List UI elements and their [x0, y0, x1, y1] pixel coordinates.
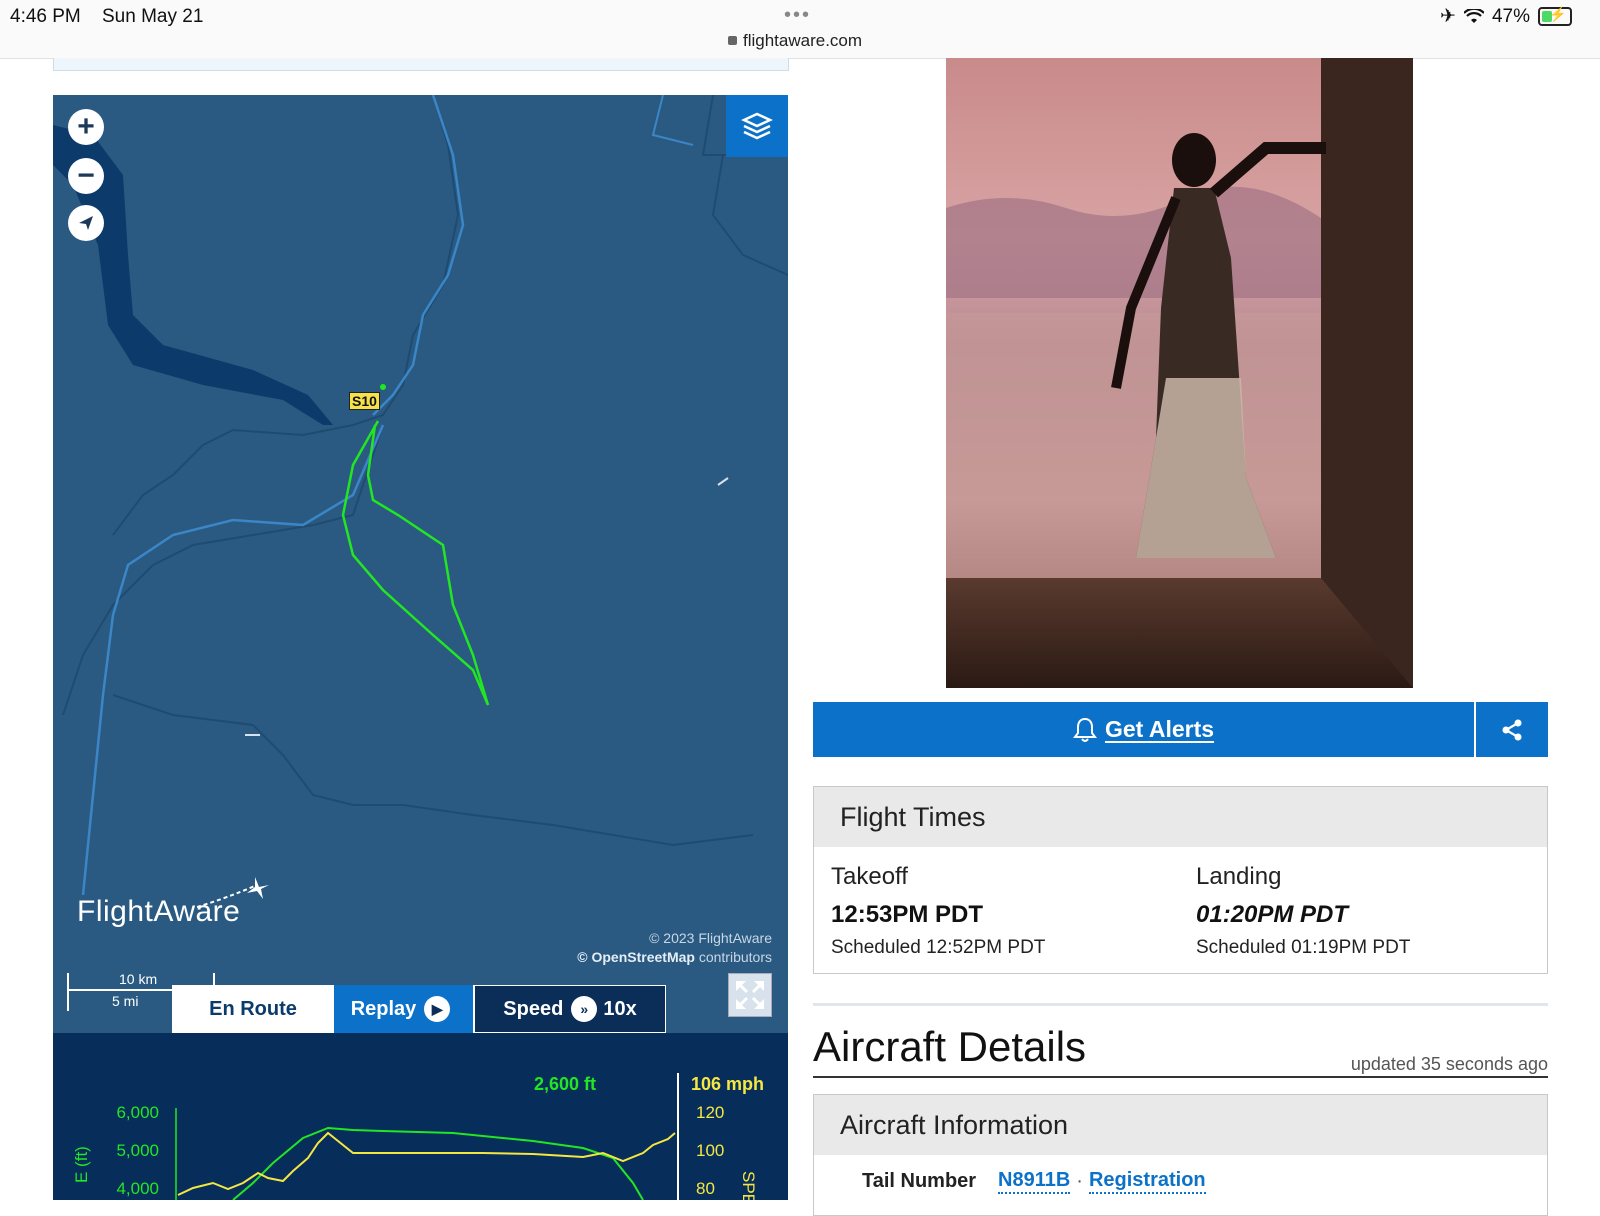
altitude-speed-profile[interactable]: 2,600 ft 106 mph 6,000 5,000 4,000 120 1…	[53, 1033, 788, 1200]
get-alerts-button[interactable]: Get Alerts	[813, 702, 1474, 757]
current-altitude: 2,600 ft	[534, 1074, 596, 1094]
takeoff-time: 12:53PM PDT	[831, 901, 984, 928]
copyright-flightaware: © 2023 FlightAware	[649, 930, 772, 946]
zoom-out-button[interactable]: −	[68, 158, 104, 194]
altitude-axis-label: E (ft)	[72, 1146, 91, 1183]
tail-number-row: Tail Number N8911B · Registration	[862, 1169, 1206, 1194]
play-icon: ▶	[424, 996, 451, 1022]
landing-scheduled: Scheduled 01:19PM PDT	[1196, 937, 1411, 958]
zoom-in-icon: +	[77, 110, 95, 143]
zoom-in-button[interactable]: +	[68, 109, 104, 145]
tab-en-route[interactable]: En Route	[172, 985, 334, 1033]
map-copyright: © 2023 FlightAware © OpenStreetMap contr…	[577, 929, 772, 967]
zoom-out-icon: −	[77, 159, 95, 192]
url-text: flightaware.com	[743, 31, 863, 50]
advertisement-image[interactable]	[946, 58, 1413, 688]
address-bar[interactable]: flightaware.com	[728, 31, 862, 51]
airplane-mode-icon: ✈	[1440, 6, 1456, 27]
expand-icon	[736, 981, 764, 1009]
logo-plane-icon	[197, 877, 269, 908]
battery-percent: 47%	[1491, 5, 1530, 27]
layers-icon	[741, 112, 773, 140]
profile-chart: 2,600 ft 106 mph 6,000 5,000 4,000 120 1…	[72, 1073, 764, 1200]
takeoff-label: Takeoff	[831, 863, 908, 890]
fast-forward-icon: »	[571, 996, 598, 1022]
alt-tick-2: 5,000	[116, 1141, 159, 1160]
alerts-bar: Get Alerts	[813, 702, 1548, 757]
speed-button[interactable]: Speed » 10x	[474, 985, 666, 1033]
aircraft-info-title: Aircraft Information	[814, 1095, 1547, 1155]
speed-axis-label: SPE	[739, 1171, 758, 1200]
aircraft-marker-label[interactable]: S10	[349, 392, 380, 410]
alt-tick-3: 4,000	[116, 1179, 159, 1198]
aircraft-details-underline	[813, 1076, 1548, 1078]
share-button[interactable]	[1474, 702, 1548, 757]
get-alerts-label: Get Alerts	[1104, 716, 1215, 742]
map-terrain	[53, 95, 788, 896]
ad-photo	[946, 58, 1413, 688]
section-divider	[813, 1003, 1548, 1006]
bell-icon	[1072, 717, 1097, 742]
flight-times-title: Flight Times	[814, 787, 1547, 847]
speed-tick-1: 120	[696, 1103, 724, 1122]
registration-link[interactable]: Registration	[1088, 1169, 1206, 1194]
status-bar: 4:46 PM Sun May 21 ••• flightaware.com ✈…	[0, 0, 1600, 59]
takeoff-scheduled: Scheduled 12:52PM PDT	[831, 937, 1046, 958]
top-banner-strip	[53, 58, 789, 71]
tail-number-separator: ·	[1076, 1170, 1083, 1192]
landing-column: Landing 01:20PM PDT Scheduled 01:19PM PD…	[1196, 863, 1410, 959]
flight-map[interactable]: + − S10 FlightAware © 2023 FlightAware ©…	[53, 95, 788, 1033]
status-date: Sun May 21	[102, 6, 204, 27]
aircraft-details-title: Aircraft Details	[813, 1023, 1087, 1070]
status-time: 4:46 PM	[10, 6, 81, 27]
wifi-icon	[1463, 8, 1484, 23]
landing-time: 01:20PM PDT	[1196, 901, 1349, 928]
aircraft-details-updated: updated 35 seconds ago	[1350, 1054, 1548, 1074]
fullscreen-button[interactable]	[728, 973, 772, 1017]
copyright-contributors: contributors	[694, 949, 772, 965]
replay-button[interactable]: Replay ▶	[334, 985, 474, 1033]
flight-times-panel: Flight Times Takeoff 12:53PM PDT Schedul…	[813, 786, 1548, 974]
tail-number-label: Tail Number	[862, 1170, 977, 1192]
current-speed: 106 mph	[691, 1074, 764, 1094]
speed-tick-2: 100	[696, 1141, 724, 1160]
alt-tick-1: 6,000	[116, 1103, 159, 1122]
flightaware-logo: FlightAware	[77, 877, 269, 929]
layers-button[interactable]	[726, 95, 788, 157]
tab-en-route-label: En Route	[209, 997, 297, 1020]
landing-label: Landing	[1196, 863, 1282, 890]
takeoff-column: Takeoff 12:53PM PDT Scheduled 12:52PM PD…	[831, 863, 1045, 959]
map-tabs: En Route Replay ▶ Speed » 10x	[172, 985, 666, 1033]
compass-button[interactable]	[68, 205, 104, 241]
copyright-osm-link[interactable]: © OpenStreetMap	[577, 949, 695, 965]
speed-label: Speed	[503, 997, 564, 1020]
browser-menu-dots[interactable]: •••	[784, 4, 811, 27]
share-icon	[1502, 719, 1522, 740]
replay-label: Replay	[350, 997, 417, 1020]
speed-value: 10x	[603, 997, 637, 1020]
scale-km-label: 10 km	[119, 971, 158, 987]
aircraft-info-panel: Aircraft Information Tail Number N8911B …	[813, 1094, 1548, 1216]
battery-icon: ⚡	[1538, 6, 1572, 26]
tail-number-link[interactable]: N8911B	[998, 1169, 1071, 1194]
lock-icon	[728, 36, 737, 45]
compass-arrow-icon	[79, 216, 93, 230]
speed-tick-3: 80	[696, 1179, 715, 1198]
status-indicators: ✈ 47% ⚡	[1440, 5, 1572, 28]
scale-mi-label: 5 mi	[112, 993, 139, 1009]
